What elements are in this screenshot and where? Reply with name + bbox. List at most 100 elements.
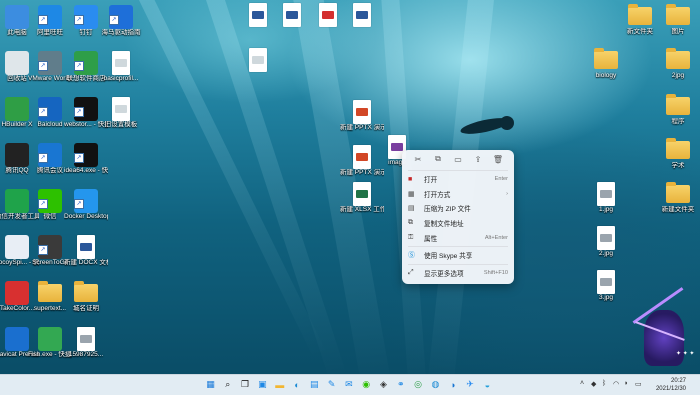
computer-icon <box>5 5 29 29</box>
wifi-icon[interactable]: ◠ <box>613 380 619 388</box>
menu-item-label: 显示更多选项 <box>424 270 464 278</box>
pen-app-icon[interactable]: ✎ <box>325 378 338 391</box>
shortcut-arrow-icon: ↗ <box>74 199 84 209</box>
menu-item-3[interactable]: ⧉ 复制文件地址 <box>402 216 514 231</box>
desktop-icon-label: 1.jpg <box>598 206 614 213</box>
desktop-icon[interactable]: 15987925... <box>64 327 108 359</box>
menu-item-shortcut: Enter <box>494 176 508 183</box>
folder-icon <box>628 4 652 25</box>
file-explorer-icon[interactable]: ▬ <box>273 378 286 391</box>
word-document-icon <box>353 3 371 27</box>
desktop-icon[interactable]: 程序 <box>656 94 700 126</box>
pdf-document-icon <box>319 3 337 27</box>
app-tray-icon[interactable]: ◆ <box>591 380 596 388</box>
desktop-icon[interactable]: 1.jpg <box>584 182 628 214</box>
delete-icon[interactable]: 🗑 <box>493 154 503 164</box>
copy-icon[interactable]: ⧉ <box>433 154 443 164</box>
store-icon[interactable]: ▤ <box>308 378 321 391</box>
more-options-icon: ⤢ <box>408 268 414 276</box>
desktop-icon-label: 学术 <box>671 162 685 169</box>
menu-item-label: 打开 <box>424 177 438 185</box>
folder-icon <box>594 48 618 69</box>
folder-icon <box>666 48 690 69</box>
search-icon[interactable]: ⌕ <box>221 378 234 391</box>
menu-item-label: 使用 Skype 共享 <box>424 253 473 261</box>
desktop[interactable]: ✦ ✦ ✦ 此电脑回收站HBuilder X腾讯QQ微信开发者工具LocoySp… <box>0 0 700 374</box>
desktop-icon[interactable]: 2jpg <box>656 48 700 80</box>
desktop-icon[interactable]: 新建 XLSX 工作表.xlsx <box>340 182 384 214</box>
desktop-icon-label: 2jpg <box>671 72 685 79</box>
browser-icon[interactable]: ◍ <box>429 378 442 391</box>
desktop-icon[interactable]: basicprofil... <box>99 51 143 83</box>
task-view-icon[interactable]: ❐ <box>239 378 252 391</box>
character-art: ✦ ✦ ✦ <box>622 287 700 374</box>
widgets-icon[interactable]: ▣ <box>256 378 269 391</box>
desktop-icon[interactable]: 学术 <box>656 138 700 170</box>
desktop-icon[interactable]: biology <box>584 48 628 80</box>
shortcut-arrow-icon: ↗ <box>74 107 84 117</box>
desktop-icon-label: basicprofil... <box>103 75 139 82</box>
desktop-icon[interactable]: 新建 DOCX 文档.docx <box>64 235 108 267</box>
cut-icon[interactable]: ✂ <box>413 154 423 164</box>
desktop-icon[interactable] <box>340 3 384 27</box>
edge-icon[interactable]: ◐ <box>291 378 304 391</box>
desktop-icon[interactable]: 3.jpg <box>584 270 628 302</box>
desktop-icon-label: idea64.exe - 快捷方式 <box>64 167 108 174</box>
network-app-icon[interactable]: ⚭ <box>394 378 407 391</box>
desktop-icon[interactable]: ↗ 海马驱动指南 <box>99 5 143 37</box>
zip-icon: ▤ <box>408 205 415 213</box>
volume-icon[interactable]: ◗ <box>624 380 628 387</box>
shortcut-arrow-icon: ↗ <box>74 15 84 25</box>
rename-icon[interactable]: ▭ <box>453 154 463 164</box>
desktop-icon-label: 15987925... <box>68 351 104 358</box>
document-icon <box>112 51 130 75</box>
menu-item-label: 打开方式 <box>424 191 451 199</box>
clock-time: 20:27 <box>670 378 686 384</box>
skype-icon: Ⓢ <box>408 252 415 260</box>
windows-start-icon[interactable]: ▦ <box>204 378 217 391</box>
qq-penguin-icon <box>5 143 29 167</box>
desktop-icon[interactable]: 图片 <box>656 4 700 36</box>
watermark-logo: ✦ ✦ ✦ <box>676 351 695 357</box>
desktop-icon-label: 新建 DOCX 文档.docx <box>64 259 108 266</box>
tencent-meeting-icon[interactable]: ◑ <box>446 378 459 391</box>
chat-app-icon[interactable]: ◉ <box>360 378 373 391</box>
menu-separator <box>408 245 508 247</box>
image-file-icon <box>597 226 615 250</box>
desktop-icon[interactable]: 城名证明 <box>64 281 108 313</box>
app-icon[interactable]: ◒ <box>481 378 494 391</box>
show-hidden-icon[interactable]: ˄ <box>580 380 584 387</box>
menu-item-4[interactable]: ⚿ 属性 Alt+Enter <box>402 230 514 245</box>
dingtalk-icon[interactable]: ✈ <box>464 378 477 391</box>
folder-icon <box>666 138 690 159</box>
share-icon[interactable]: ⇪ <box>473 154 483 164</box>
menu-item-6[interactable]: ⤢ 显示更多选项 Shift+F10 <box>402 266 514 281</box>
clock[interactable]: 20:27 2021/12/30 <box>656 377 686 393</box>
desktop-icon[interactable]: 旧设置模板 <box>99 97 143 129</box>
chrome-icon[interactable]: ◎ <box>412 378 425 391</box>
menu-item-5[interactable]: Ⓢ 使用 Skype 共享 <box>402 248 514 263</box>
hbuilder-icon <box>5 97 29 121</box>
desktop-icon[interactable]: ↗ idea64.exe - 快捷方式 <box>64 143 108 175</box>
bluetooth-icon[interactable]: ᛒ <box>602 380 606 387</box>
shortcut-arrow-icon: ↗ <box>74 61 84 71</box>
desktop-icon[interactable] <box>236 48 280 72</box>
desktop-icon-label: 程序 <box>671 118 685 125</box>
mail-icon[interactable]: ✉ <box>342 378 355 391</box>
menu-item-2[interactable]: ▤ 压缩为 ZIP 文件 <box>402 201 514 216</box>
menu-item-0[interactable]: ■ 打开 Enter <box>402 172 514 187</box>
battery-icon[interactable]: ▭ <box>635 380 642 388</box>
desktop-icon[interactable]: 新建文件夹 <box>656 182 700 214</box>
camera-app-icon[interactable]: ◈ <box>377 378 390 391</box>
desktop-icon[interactable]: ↗ Docker Desktop <box>64 189 108 221</box>
menu-separator <box>408 170 508 171</box>
desktop-icon[interactable]: 2.jpg <box>584 226 628 258</box>
shortcut-arrow-icon: ↗ <box>38 245 48 255</box>
wechat-devtools-icon <box>5 189 29 213</box>
desktop-icon-label: biology <box>595 72 617 79</box>
folder-icon <box>666 4 690 25</box>
menu-item-1[interactable]: ▦ 打开方式 › <box>402 187 514 202</box>
desktop-icon[interactable]: 新建 PPTX 演示文稿 (2)... <box>340 100 384 132</box>
locoy-spider-icon <box>5 235 29 259</box>
menu-item-label: 属性 <box>424 235 438 243</box>
